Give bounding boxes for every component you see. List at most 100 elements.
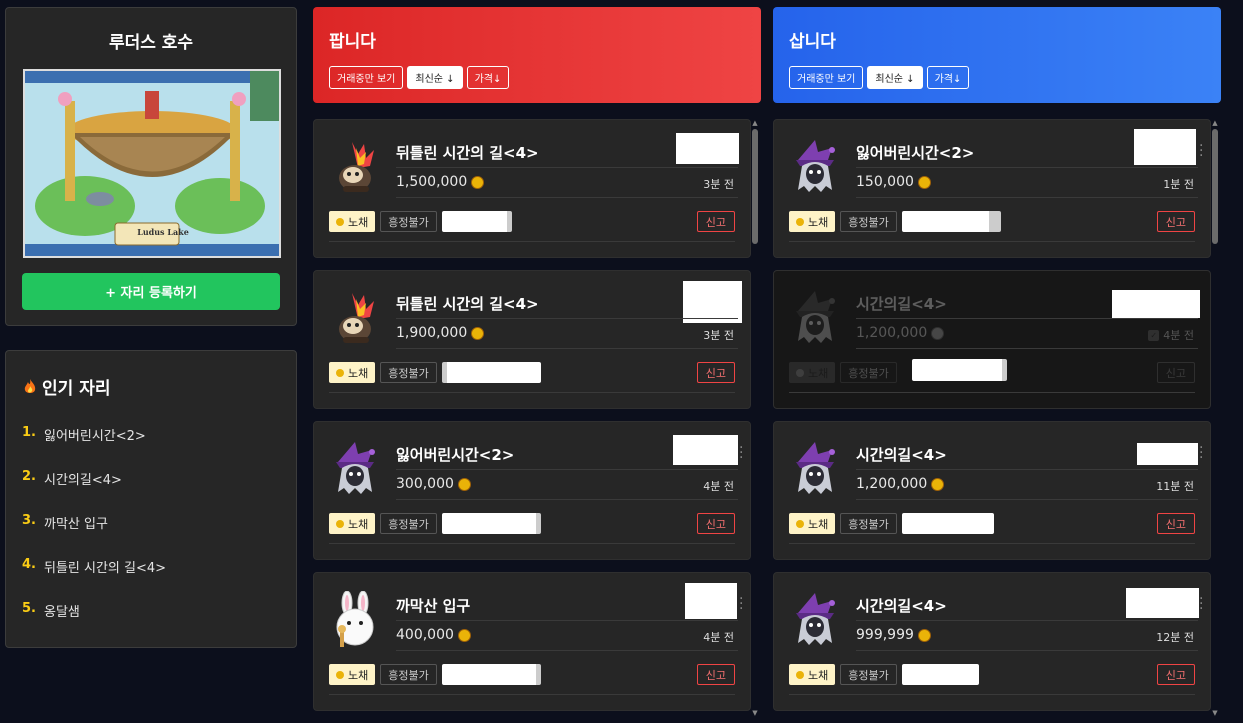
price-value: 1,200,000 bbox=[856, 476, 928, 492]
buy-scroll-up-icon[interactable]: ▲ bbox=[1211, 119, 1219, 127]
flame-mask-monster-icon bbox=[339, 142, 374, 192]
status-dot-icon bbox=[336, 519, 344, 528]
report-button[interactable]: 신고 bbox=[1156, 211, 1195, 232]
price-value: 1,200,000 bbox=[856, 325, 928, 341]
listing-card[interactable]: 까막산 입구 · · · 400,000 4분 전 노채 흥정불가 신고 bbox=[313, 572, 751, 711]
report-button[interactable]: 신고 bbox=[1156, 664, 1195, 685]
sell-filter-price[interactable]: 가격↓ bbox=[466, 66, 510, 89]
sell-scroll-up-icon[interactable]: ▲ bbox=[751, 119, 759, 127]
meso-coin-icon bbox=[931, 477, 945, 491]
popular-label: 옹달샘 bbox=[43, 605, 80, 620]
listing-tags: 노채 흥정불가 bbox=[789, 362, 897, 383]
status-dot-icon bbox=[336, 670, 344, 679]
listing-card[interactable]: 잃어버린시간<2> · · · 150,000 1분 전 노채 흥정불가 신고 bbox=[773, 119, 1211, 258]
noche-tag: 노채 bbox=[789, 211, 836, 232]
popular-item[interactable]: 3. 까막산 입구 bbox=[22, 513, 166, 557]
popular-list: 1. 잃어버린시간<2> 2. 시간의길<4> 3. 까막산 입구 4. 뒤틀린 시간의… bbox=[22, 425, 166, 645]
more-options-icon[interactable]: · · · bbox=[739, 441, 743, 465]
register-spot-button[interactable]: + 자리 등록하기 bbox=[22, 273, 280, 310]
redacted-seller-box bbox=[1137, 443, 1198, 465]
divider bbox=[396, 167, 738, 168]
sell-filter-active-only[interactable]: 거래중만 보기 bbox=[329, 66, 404, 89]
purple-hat-ghost-icon bbox=[796, 593, 835, 645]
buy-scrollbar[interactable] bbox=[1212, 129, 1218, 244]
status-dot-icon bbox=[336, 217, 344, 226]
divider bbox=[856, 469, 1198, 470]
listing-time: 4분 전 bbox=[703, 631, 734, 644]
listing-item-name: 뒤틀린 시간의 길<4> bbox=[396, 295, 539, 313]
listing-card[interactable]: 잃어버린시간<2> · · · 300,000 4분 전 노채 흥정불가 신고 bbox=[313, 421, 751, 560]
listing-price: 999,999 bbox=[856, 627, 931, 643]
listing-item-name: 잃어버린시간<2> bbox=[396, 446, 515, 464]
listing-card[interactable]: 시간의길<4> · · · 999,999 12분 전 노채 흥정불가 신고 bbox=[773, 572, 1211, 711]
redacted-contact bbox=[901, 664, 979, 685]
popular-item[interactable]: 2. 시간의길<4> bbox=[22, 469, 166, 513]
popular-rank: 3. bbox=[22, 513, 36, 528]
divider bbox=[856, 499, 1198, 500]
popular-rank: 4. bbox=[22, 557, 36, 572]
meso-coin-icon bbox=[917, 175, 931, 189]
noche-tag-label: 노채 bbox=[348, 215, 369, 229]
buy-listings: 잃어버린시간<2> · · · 150,000 1분 전 노채 흥정불가 신고 시간… bbox=[773, 119, 1221, 723]
report-button[interactable]: 신고 bbox=[1156, 513, 1195, 534]
buy-filter-newest[interactable]: 최신순 ↓ bbox=[867, 66, 923, 89]
more-options-icon[interactable]: · · · bbox=[1199, 441, 1203, 465]
buy-header: 삽니다 거래중만 보기 최신순 ↓ 가격↓ bbox=[773, 7, 1221, 103]
purple-hat-ghost-icon bbox=[796, 140, 835, 192]
redacted-seller-box bbox=[683, 281, 742, 323]
listing-price: 1,200,000 bbox=[856, 476, 945, 492]
map-image: Ludus Lake bbox=[23, 69, 281, 258]
sell-scroll-down-icon[interactable]: ▼ bbox=[751, 709, 759, 717]
noche-tag-label: 노채 bbox=[808, 517, 829, 531]
popular-label: 뒤틀린 시간의 길<4> bbox=[43, 561, 167, 576]
checkbox-icon: ✓ bbox=[1148, 329, 1160, 341]
listing-card-inactive[interactable]: 시간의길<4> 1,200,000 ✓ 4분 전 노채 흥정불가 신고 bbox=[773, 270, 1211, 409]
more-options-icon[interactable]: · · · bbox=[1199, 139, 1203, 163]
buy-filter-active-only[interactable]: 거래중만 보기 bbox=[789, 66, 864, 89]
report-button[interactable]: 신고 bbox=[696, 211, 735, 232]
redacted-seller-box bbox=[673, 435, 738, 465]
listing-tags: 노채 흥정불가 bbox=[329, 211, 512, 232]
divider bbox=[789, 392, 1195, 393]
popular-rank: 2. bbox=[22, 469, 36, 484]
no-haggle-tag: 흥정불가 bbox=[840, 362, 897, 383]
popular-item[interactable]: 5. 옹달샘 bbox=[22, 601, 166, 645]
price-value: 300,000 bbox=[396, 476, 454, 492]
report-button[interactable]: 신고 bbox=[696, 664, 735, 685]
noche-tag-label: 노채 bbox=[348, 366, 369, 380]
no-haggle-tag: 흥정불가 bbox=[380, 513, 437, 534]
buy-scroll-down-icon[interactable]: ▼ bbox=[1211, 709, 1219, 717]
no-haggle-tag: 흥정불가 bbox=[380, 362, 437, 383]
listing-time: 4분 전 bbox=[703, 480, 734, 493]
report-button[interactable]: 신고 bbox=[696, 362, 735, 383]
popular-title-text: 인기 자리 bbox=[42, 379, 111, 399]
purple-hat-ghost-icon bbox=[796, 291, 835, 343]
listing-time: 3분 전 bbox=[703, 329, 734, 342]
sell-scrollbar[interactable] bbox=[752, 129, 758, 244]
report-button[interactable]: 신고 bbox=[696, 513, 735, 534]
listing-time: 1분 전 bbox=[1163, 178, 1194, 191]
meso-coin-icon bbox=[917, 628, 931, 642]
redacted-contact bbox=[901, 211, 1001, 232]
listing-card[interactable]: 뒤틀린 시간의 길<4> 1,900,000 3분 전 노채 흥정불가 신고 bbox=[313, 270, 751, 409]
popular-label: 시간의길<4> bbox=[43, 473, 122, 488]
report-button[interactable]: 신고 bbox=[1156, 362, 1195, 383]
white-rabbit-icon bbox=[336, 591, 374, 648]
listing-time-text: 4분 전 bbox=[1163, 329, 1194, 342]
listing-card[interactable]: 뒤틀린 시간의 길<4> 1,500,000 3분 전 노채 흥정불가 신고 bbox=[313, 119, 751, 258]
listing-card[interactable]: 시간의길<4> · · · 1,200,000 11분 전 노채 흥정불가 신고 bbox=[773, 421, 1211, 560]
price-value: 150,000 bbox=[856, 174, 914, 190]
more-options-icon[interactable]: · · · bbox=[739, 592, 743, 616]
sell-header: 팝니다 거래중만 보기 최신순 ↓ 가격↓ bbox=[313, 7, 761, 103]
listing-tags: 노채 흥정불가 bbox=[789, 664, 979, 685]
sell-filter-newest[interactable]: 최신순 ↓ bbox=[407, 66, 463, 89]
redacted-contact bbox=[441, 211, 512, 232]
buy-filter-price[interactable]: 가격↓ bbox=[926, 66, 970, 89]
popular-item[interactable]: 4. 뒤틀린 시간의 길<4> bbox=[22, 557, 166, 601]
popular-item[interactable]: 1. 잃어버린시간<2> bbox=[22, 425, 166, 469]
noche-tag-label: 노채 bbox=[348, 517, 369, 531]
redacted-seller-box bbox=[685, 583, 737, 619]
more-options-icon[interactable]: · · · bbox=[1199, 592, 1203, 616]
listing-tags: 노채 흥정불가 bbox=[789, 513, 994, 534]
meso-coin-icon bbox=[471, 326, 485, 340]
